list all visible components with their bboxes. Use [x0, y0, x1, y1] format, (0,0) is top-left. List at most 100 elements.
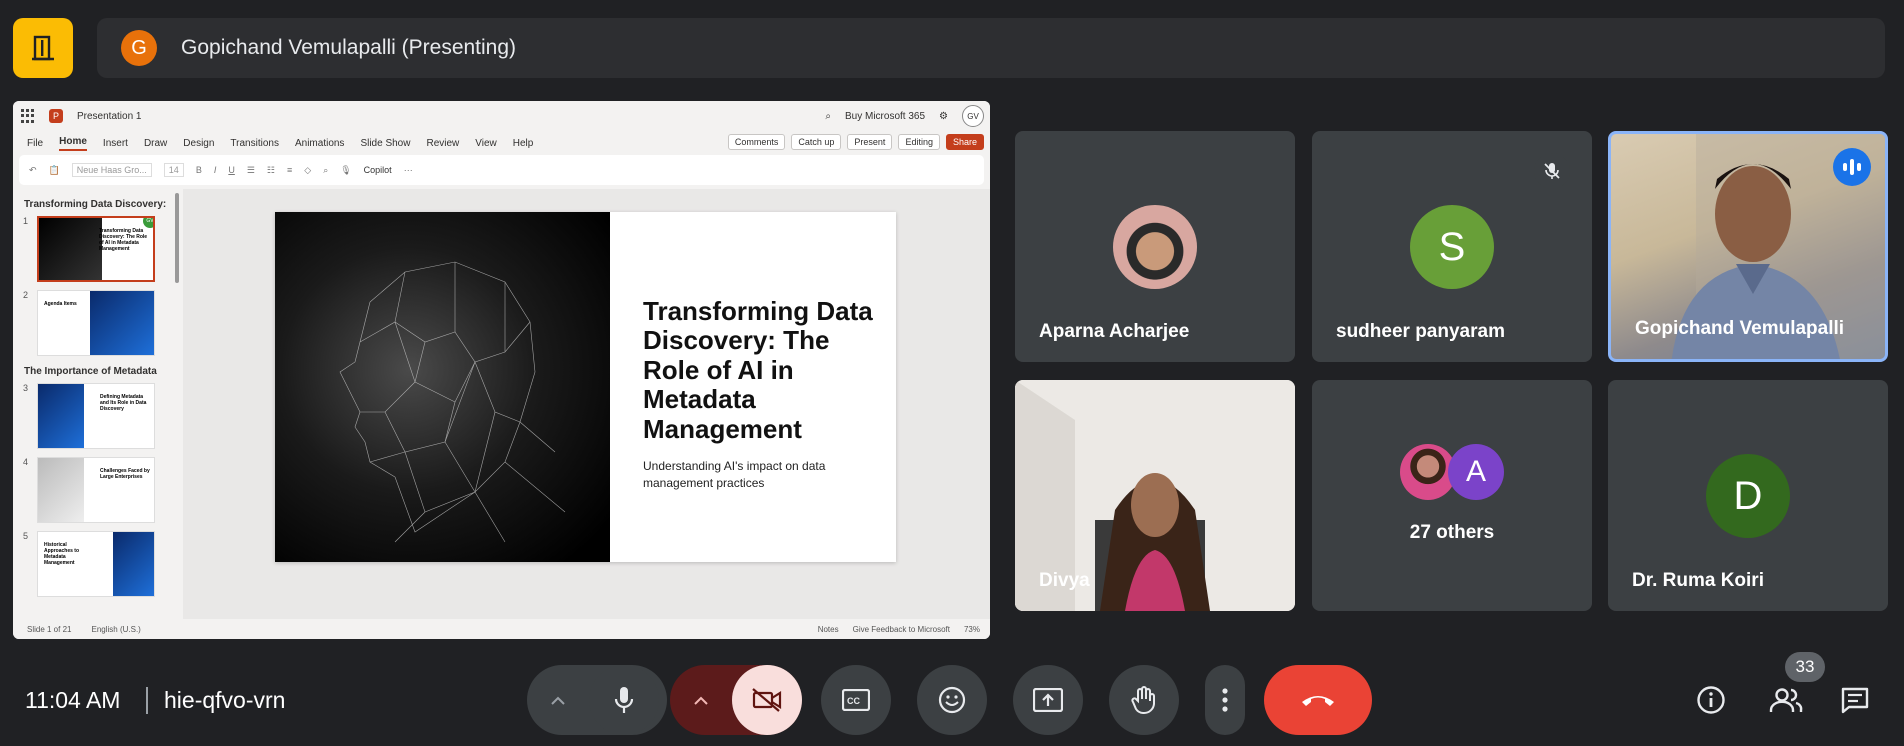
participant-name: Dr. Ruma Koiri	[1632, 570, 1764, 591]
buy-microsoft-link: Buy Microsoft 365	[844, 110, 926, 122]
captions-icon: CC	[842, 689, 870, 711]
present-button: Present	[847, 134, 893, 150]
dictate-icon: 🎙	[340, 164, 352, 175]
feedback-label: Give Feedback to Microsoft	[852, 624, 950, 634]
notes-label: Notes	[817, 624, 839, 634]
slide-subtitle: Understanding AI's impact on data manage…	[643, 459, 826, 490]
align-icon: ≡	[287, 165, 293, 175]
avatar: S	[1410, 205, 1494, 289]
meeting-details-button[interactable]	[1691, 682, 1731, 718]
hand-icon	[1131, 686, 1155, 715]
participant-name: Gopichand Vemulapalli	[1635, 318, 1845, 339]
divider	[146, 687, 148, 714]
editing-button: Editing	[898, 134, 940, 150]
audio-options-button[interactable]	[527, 665, 589, 735]
font-name-box: Neue Haas Gro...	[71, 163, 152, 177]
present-now-button[interactable]	[1013, 665, 1083, 735]
participant-tile[interactable]: S sudheer panyaram	[1312, 131, 1592, 362]
avatar: D	[1706, 454, 1790, 538]
captions-button[interactable]: CC	[821, 665, 891, 735]
powerpoint-logo-icon: P	[49, 109, 63, 123]
meet-logo-button[interactable]	[13, 18, 73, 78]
people-button[interactable]	[1764, 682, 1808, 718]
copilot-button: Copilot	[363, 165, 392, 175]
bold-icon: B	[195, 165, 202, 175]
menu-insert: Insert	[102, 137, 128, 149]
mic-off-icon	[1534, 153, 1570, 189]
leave-call-button[interactable]	[1264, 665, 1372, 735]
language-label: English (U.S.)	[91, 624, 141, 634]
gv-badge: GV	[143, 218, 153, 228]
slide-title: Transforming Data Discovery: The Role of…	[643, 296, 873, 444]
user-avatar: GV	[962, 105, 984, 127]
participant-tile-others[interactable]: A 27 others	[1312, 380, 1592, 611]
info-icon	[1697, 686, 1725, 714]
current-slide: Transforming Data Discovery: The Role of…	[275, 212, 896, 562]
chevron-up-icon	[694, 696, 708, 705]
participant-tile[interactable]: Divya	[1015, 380, 1295, 611]
menu-draw: Draw	[143, 137, 168, 149]
slide-thumb-4: 4 Challenges Faced by Large Enterprises	[23, 457, 183, 523]
ppt-menu-bar: File Home Insert Draw Design Transitions…	[13, 131, 990, 155]
mic-icon	[614, 687, 634, 713]
font-size-box: 14	[163, 163, 184, 177]
present-screen-icon	[1033, 688, 1063, 712]
ppt-ribbon: ↶ 📋 Neue Haas Gro... 14 B I U ☰ ☷ ≡ ◇ ⌕ …	[19, 155, 984, 185]
gear-icon: ⚙	[939, 110, 948, 122]
ppt-status-bar: Slide 1 of 21 English (U.S.) Notes Give …	[13, 619, 990, 639]
door-exit-icon	[32, 35, 54, 61]
raise-hand-button[interactable]	[1109, 665, 1179, 735]
zoom-level: 73%	[963, 624, 980, 634]
menu-home: Home	[59, 136, 87, 151]
presenter-avatar: G	[121, 30, 157, 66]
video-control-group	[670, 665, 802, 735]
meeting-time: 11:04 AM	[25, 687, 121, 713]
underline-icon: U	[228, 165, 235, 175]
menu-animations: Animations	[294, 137, 345, 149]
slide-thumb-2: 2 Agenda Items	[23, 290, 183, 356]
section-label: The Importance of Metadata	[24, 366, 157, 377]
participant-tile[interactable]: Aparna Acharjee	[1015, 131, 1295, 362]
participant-tile-speaking[interactable]: Gopichand Vemulapalli	[1608, 131, 1888, 362]
numbering-icon: ☷	[266, 164, 275, 175]
chat-icon	[1841, 687, 1869, 714]
hang-up-icon	[1302, 696, 1334, 706]
more-vert-icon	[1222, 688, 1228, 712]
share-button: Share	[945, 134, 984, 150]
participant-name: Aparna Acharjee	[1039, 321, 1190, 342]
section-label: Transforming Data Discovery:	[24, 199, 167, 210]
avatar	[1113, 205, 1197, 289]
video-off-icon	[752, 688, 782, 712]
menu-view: View	[475, 137, 497, 149]
more-options-button[interactable]	[1205, 665, 1245, 735]
svg-text:CC: CC	[847, 696, 860, 706]
paste-icon: 📋	[48, 164, 60, 175]
more-icon: ⋯	[403, 164, 413, 175]
camera-off-button[interactable]	[732, 665, 802, 735]
chevron-up-icon	[551, 696, 565, 705]
bullets-icon: ☰	[246, 164, 255, 175]
participant-tile[interactable]: D Dr. Ruma Koiri	[1608, 380, 1888, 611]
menu-help: Help	[512, 137, 534, 149]
participant-name: 27 others	[1409, 522, 1495, 543]
chat-button[interactable]	[1835, 682, 1875, 718]
presenter-bar: G Gopichand Vemulapalli (Presenting)	[97, 18, 1885, 78]
mic-button[interactable]	[589, 665, 659, 735]
audio-control-group	[527, 665, 667, 735]
comments-button: Comments	[727, 134, 786, 150]
slide-counter: Slide 1 of 21	[27, 624, 72, 634]
slide-image	[275, 212, 610, 562]
menu-design: Design	[183, 137, 215, 149]
participant-name: Divya	[1039, 570, 1090, 591]
menu-review: Review	[426, 137, 460, 149]
people-icon	[1769, 688, 1803, 712]
thumb-scrollbar	[175, 193, 179, 283]
slide-canvas: Transforming Data Discovery: The Role of…	[183, 189, 990, 619]
menu-slide-show: Slide Show	[360, 137, 411, 149]
reactions-button[interactable]	[917, 665, 987, 735]
video-options-button[interactable]	[670, 665, 732, 735]
speaking-indicator-icon	[1833, 148, 1871, 186]
presenter-label: Gopichand Vemulapalli (Presenting)	[181, 36, 517, 59]
undo-icon: ↶	[29, 164, 37, 175]
italic-icon: I	[213, 165, 217, 175]
